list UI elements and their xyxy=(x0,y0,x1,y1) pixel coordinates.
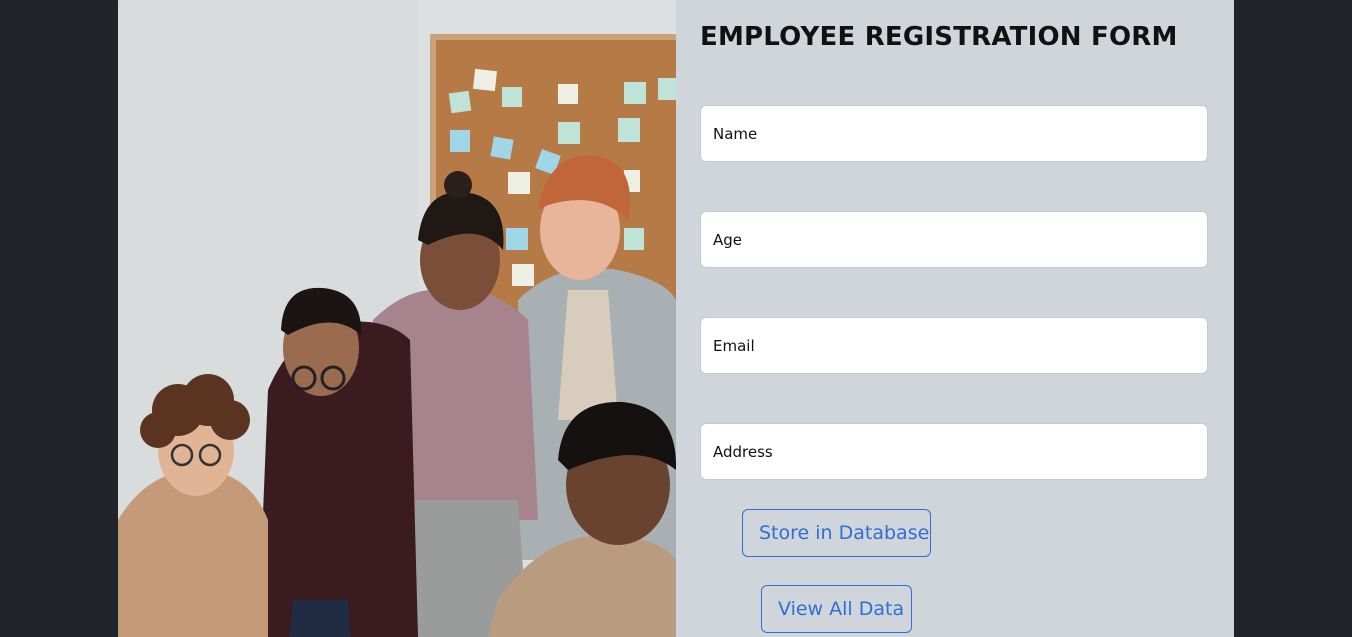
view-all-data-button[interactable]: View All Data xyxy=(761,585,912,633)
email-field[interactable] xyxy=(700,317,1208,374)
name-field[interactable] xyxy=(700,105,1208,162)
address-field[interactable] xyxy=(700,423,1208,480)
form-title: EMPLOYEE REGISTRATION FORM xyxy=(700,22,1178,52)
team-photo-illustration xyxy=(118,0,676,637)
registration-card: EMPLOYEE REGISTRATION FORM Store in Data… xyxy=(118,0,1234,637)
age-field[interactable] xyxy=(700,211,1208,268)
team-photo xyxy=(118,0,676,637)
registration-form: EMPLOYEE REGISTRATION FORM Store in Data… xyxy=(676,0,1234,637)
store-in-database-button[interactable]: Store in Database xyxy=(742,509,931,557)
